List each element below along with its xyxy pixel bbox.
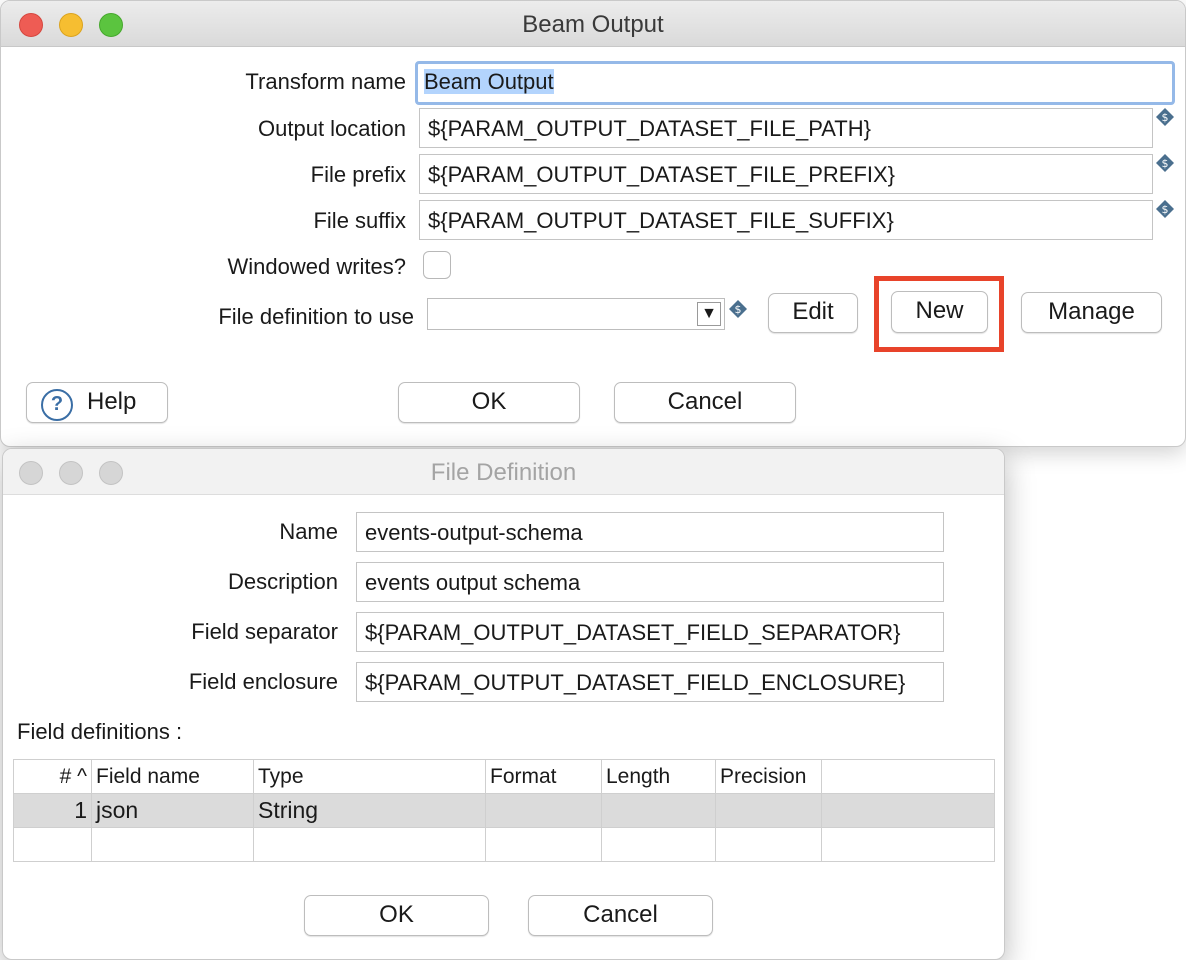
window-title: File Definition	[430, 459, 577, 486]
svg-text:$: $	[1162, 111, 1169, 124]
ok-button[interactable]: OK	[304, 895, 489, 936]
file-definition-dialog: File Definition Name events-output-schem…	[2, 448, 1005, 960]
column-header-format[interactable]: Format	[485, 759, 602, 794]
field-separator-label: Field separator	[191, 619, 338, 644]
help-icon: ?	[41, 389, 73, 421]
cell-number[interactable]: 1	[13, 793, 92, 828]
help-button[interactable]: ? Help	[26, 382, 168, 423]
window-title: Beam Output	[522, 11, 664, 38]
name-label: Name	[279, 519, 338, 544]
variable-icon[interactable]: $	[1155, 107, 1175, 127]
transform-name-value: Beam Output	[424, 69, 554, 94]
transform-name-label: Transform name	[245, 69, 406, 94]
name-input[interactable]: events-output-schema	[356, 512, 944, 552]
title-bar[interactable]: Beam Output	[1, 1, 1185, 47]
file-suffix-input[interactable]: ${PARAM_OUTPUT_DATASET_FILE_SUFFIX}	[419, 200, 1153, 240]
cancel-button[interactable]: Cancel	[614, 382, 796, 423]
chevron-down-icon[interactable]: ▼	[697, 302, 721, 326]
cell-format[interactable]	[485, 793, 602, 828]
file-definition-select[interactable]: ▼	[427, 298, 725, 330]
variable-icon[interactable]: $	[1155, 153, 1175, 173]
edit-button[interactable]: Edit	[768, 293, 858, 333]
title-bar[interactable]: File Definition	[3, 449, 1004, 495]
field-enclosure-label: Field enclosure	[188, 669, 338, 694]
output-location-label: Output location	[258, 116, 406, 141]
column-header-field-name[interactable]: Field name	[91, 759, 254, 794]
help-label: Help	[87, 388, 137, 415]
column-header-number[interactable]: # ^	[13, 759, 92, 794]
variable-icon[interactable]: $	[728, 299, 748, 319]
chevron-up-icon: ^	[77, 764, 87, 788]
description-label: Description	[227, 569, 338, 594]
field-definitions-table[interactable]: # ^ Field name Type Format Length Precis…	[13, 759, 995, 862]
cell-field-name[interactable]: json	[91, 793, 254, 828]
column-header-precision[interactable]: Precision	[715, 759, 822, 794]
beam-output-dialog: Beam Output Transform name Beam Output O…	[0, 0, 1186, 447]
transform-name-input[interactable]: Beam Output	[415, 61, 1175, 105]
file-suffix-label: File suffix	[313, 208, 406, 233]
file-prefix-label: File prefix	[310, 162, 406, 187]
cancel-button[interactable]: Cancel	[528, 895, 713, 936]
field-separator-input[interactable]: ${PARAM_OUTPUT_DATASET_FIELD_SEPARATOR}	[356, 612, 944, 652]
svg-text:$: $	[735, 303, 742, 316]
output-location-input[interactable]: ${PARAM_OUTPUT_DATASET_FILE_PATH}	[419, 108, 1153, 148]
svg-text:$: $	[1162, 157, 1169, 170]
cell-precision[interactable]	[715, 793, 822, 828]
field-definitions-label: Field definitions :	[17, 719, 183, 744]
windowed-writes-label: Windowed writes?	[227, 254, 406, 279]
svg-text:$: $	[1162, 203, 1169, 216]
column-header-empty	[821, 759, 995, 794]
column-header-length[interactable]: Length	[601, 759, 716, 794]
field-enclosure-input[interactable]: ${PARAM_OUTPUT_DATASET_FIELD_ENCLOSURE}	[356, 662, 944, 702]
variable-icon[interactable]: $	[1155, 199, 1175, 219]
description-input[interactable]: events output schema	[356, 562, 944, 602]
cell-length[interactable]	[601, 793, 716, 828]
table-row[interactable]: 1 json String	[13, 793, 995, 828]
file-prefix-input[interactable]: ${PARAM_OUTPUT_DATASET_FILE_PREFIX}	[419, 154, 1153, 194]
new-button[interactable]: New	[891, 291, 988, 333]
ok-button[interactable]: OK	[398, 382, 580, 423]
column-header-type[interactable]: Type	[253, 759, 486, 794]
windowed-writes-checkbox[interactable]	[423, 251, 451, 279]
file-definition-label: File definition to use	[218, 304, 414, 329]
manage-button[interactable]: Manage	[1021, 292, 1162, 333]
table-header: # ^ Field name Type Format Length Precis…	[13, 759, 995, 794]
cell-type[interactable]: String	[253, 793, 486, 828]
table-row-empty[interactable]	[13, 827, 995, 862]
